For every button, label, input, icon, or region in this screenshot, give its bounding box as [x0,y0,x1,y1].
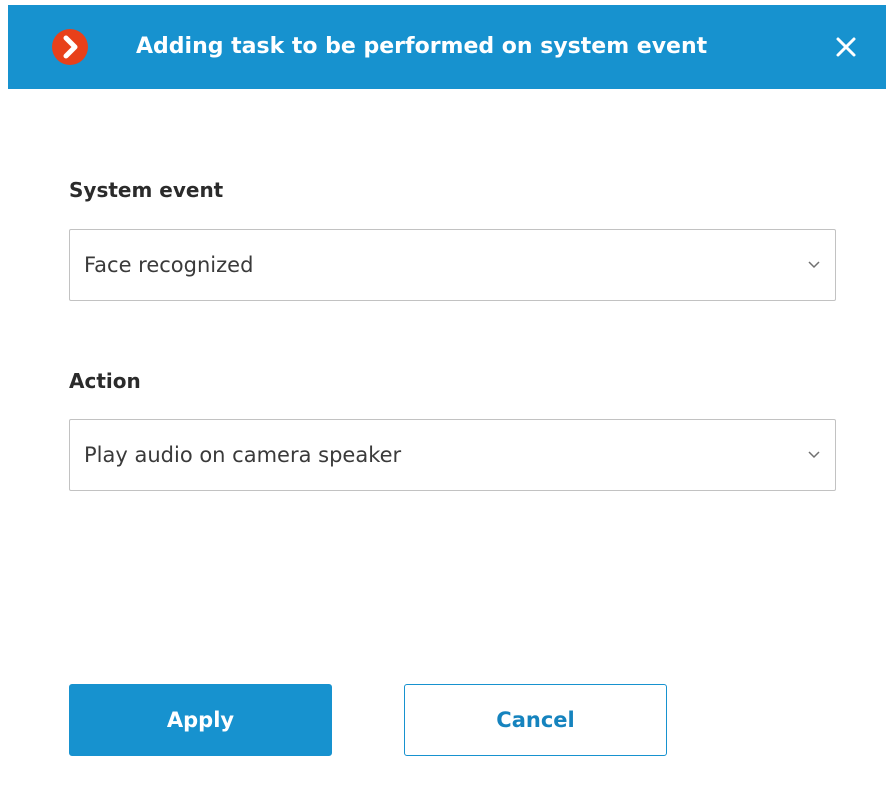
chevron-down-icon [808,261,820,269]
dialog-titlebar: Adding task to be performed on system ev… [8,5,886,89]
chevron-down-icon [808,451,820,459]
dialog-title: Adding task to be performed on system ev… [136,34,708,59]
apply-button[interactable]: Apply [69,684,332,756]
close-icon [836,37,856,57]
system-event-label: System event [69,178,224,202]
cancel-button[interactable]: Cancel [404,684,667,756]
close-button[interactable] [830,31,862,63]
arrow-right-logo-icon [52,29,88,65]
window-edge [0,0,8,791]
system-event-select[interactable]: Face recognized [69,229,836,301]
action-label: Action [69,369,141,393]
action-select[interactable]: Play audio on camera speaker [69,419,836,491]
system-event-value: Face recognized [84,253,254,277]
add-task-dialog: Adding task to be performed on system ev… [0,0,886,791]
action-value: Play audio on camera speaker [84,443,402,467]
